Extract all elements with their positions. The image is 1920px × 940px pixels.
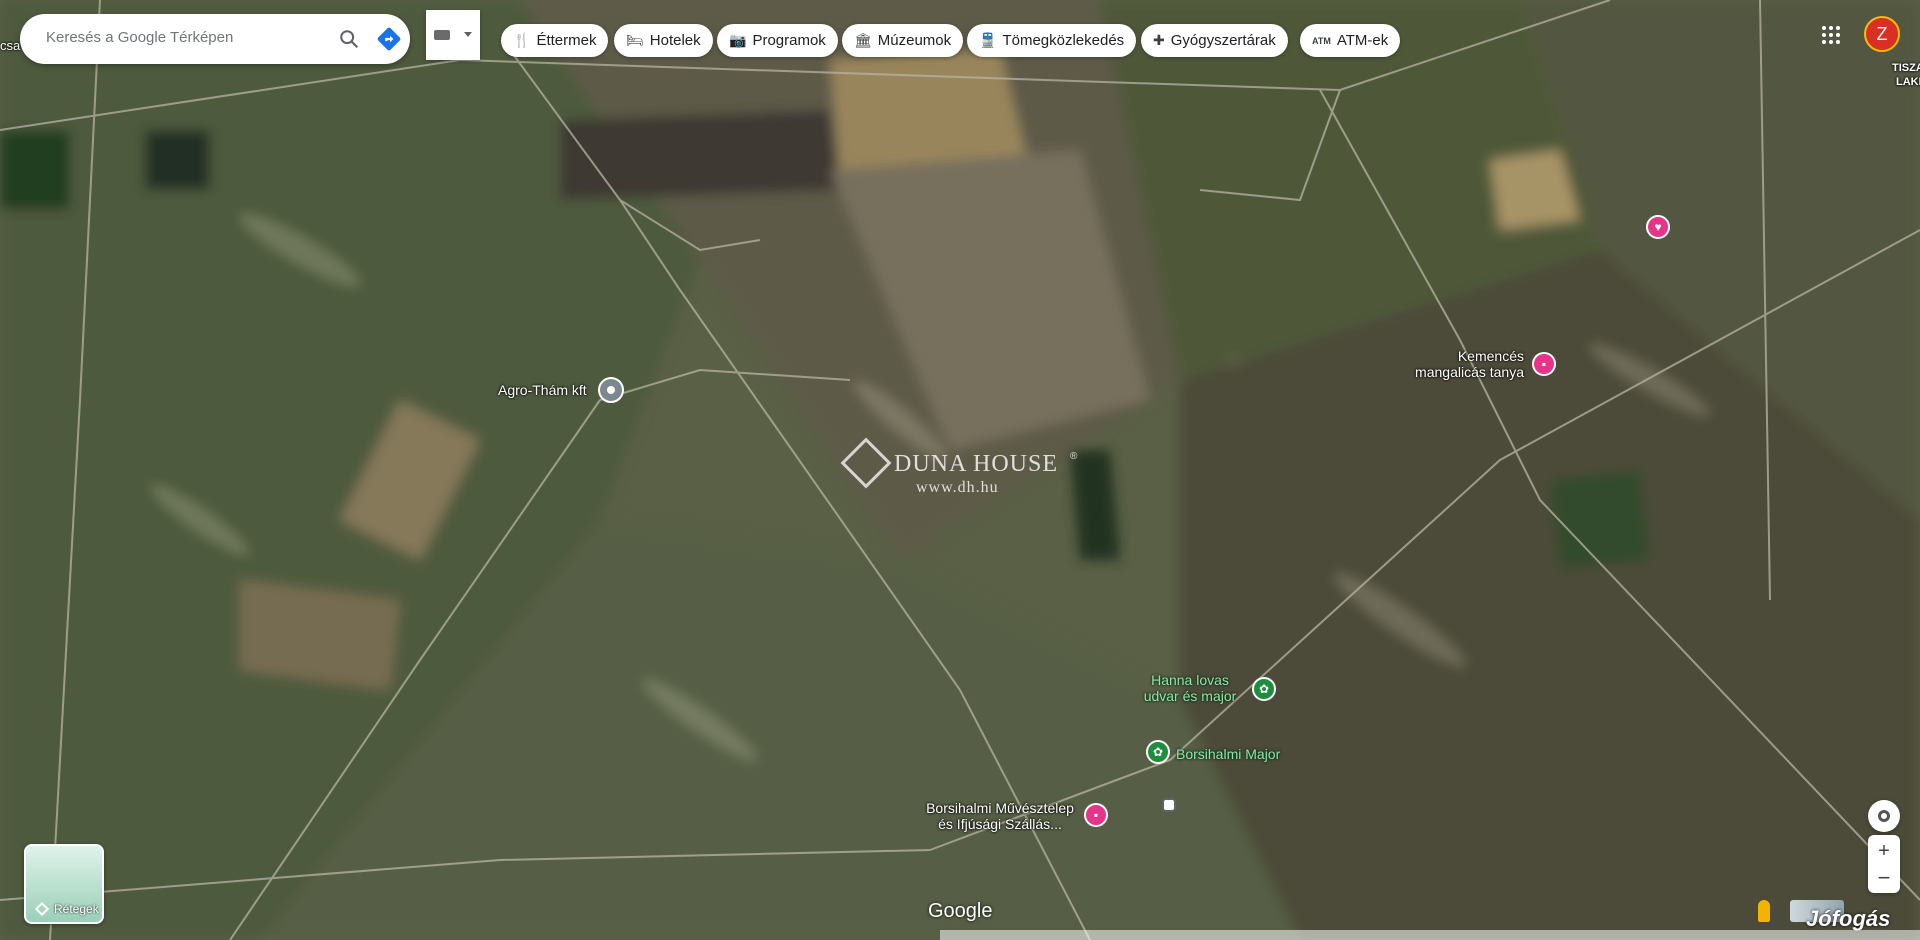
apps-grid-icon[interactable] (1821, 25, 1841, 45)
chip-programs[interactable]: 📷 Programok (717, 24, 838, 57)
place-label-muvesztelep[interactable]: Borsihalmi Művésztelep és Ifjúsági Száll… (918, 800, 1082, 832)
chip-restaurants[interactable]: 🍴 Éttermek (501, 24, 609, 57)
camera-icon: 📷 (729, 32, 747, 48)
atm-icon: ATM (1312, 35, 1331, 46)
chip-transit[interactable]: 🚆 Tömegközlekedés (967, 24, 1137, 57)
account-avatar[interactable]: Z (1864, 16, 1900, 52)
jofogas-watermark: Jófogás (1806, 906, 1891, 931)
museum-icon: 🏛 (854, 32, 872, 48)
place-label-agro[interactable]: Agro-Thám kft (498, 382, 587, 398)
park-pin-icon[interactable]: ✿ (1252, 677, 1276, 701)
layers-icon (34, 901, 50, 917)
zoom-out-button[interactable]: − (1878, 865, 1891, 891)
duna-house-logo (840, 437, 892, 489)
chip-hotels[interactable]: 🛏 Hotelek (614, 24, 713, 57)
pegman-icon[interactable] (1758, 900, 1770, 922)
keyboard-icon (434, 30, 450, 40)
restaurant-icon: 🍴 (513, 32, 531, 48)
zoom-in-button[interactable]: + (1878, 837, 1890, 865)
my-location-button[interactable] (1868, 800, 1900, 832)
my-location-icon (1878, 810, 1890, 822)
hotel-pin-icon[interactable]: ▪ (1532, 352, 1556, 376)
place-label-hanna[interactable]: Hanna lovas udvar és major (1140, 672, 1240, 704)
watermark: DUNA HOUSE ® www.dh.hu (840, 437, 1078, 503)
layers-button[interactable]: Rétegek (24, 844, 104, 924)
bus-stop-icon[interactable] (1162, 798, 1176, 812)
transit-icon: 🚆 (979, 32, 997, 48)
watermark-reg: ® (1070, 451, 1078, 462)
watermark-url: www.dh.hu (916, 479, 999, 496)
chip-label: Gyógyszertárak (1170, 32, 1276, 49)
pharmacy-icon: ✚ (1153, 32, 1165, 48)
location-pin-icon[interactable] (598, 377, 624, 403)
chip-label: Éttermek (536, 32, 597, 49)
place-label-borsihalmi-major[interactable]: Borsihalmi Major (1176, 746, 1280, 762)
search-box[interactable] (20, 14, 410, 64)
chip-label: Programok (752, 32, 826, 49)
chip-label: Tömegközlekedés (1002, 32, 1125, 49)
chip-label: ATM-ek (1336, 32, 1389, 49)
park-pin-icon[interactable]: ✿ (1146, 740, 1170, 764)
account-initial: Z (1876, 23, 1888, 44)
heart-pin-icon[interactable]: ♥ (1646, 215, 1670, 239)
zoom-controls: + − (1868, 835, 1900, 893)
watermark-brand: DUNA HOUSE (894, 451, 1059, 477)
place-label-kemences[interactable]: Kemencés mangalicás tanya (1412, 348, 1524, 380)
google-logo: Google (928, 900, 993, 922)
hotel-pin-icon[interactable]: ▪ (1084, 803, 1108, 827)
chip-label: Múzeumok (877, 32, 952, 49)
chip-label: Hotelek (649, 32, 701, 49)
chip-atms[interactable]: ATM ATM-ek (1300, 24, 1401, 57)
hotel-icon: 🛏 (626, 32, 644, 48)
edge-label-right-2: LAKE (1896, 76, 1920, 88)
chip-museums[interactable]: 🏛 Múzeumok (842, 24, 964, 57)
directions-icon[interactable] (376, 26, 402, 52)
edge-label-left: csa (0, 38, 21, 53)
dropdown-arrow-icon[interactable] (464, 32, 472, 37)
attribution-bar (940, 930, 1920, 940)
search-input[interactable] (44, 28, 308, 47)
chip-pharmacies[interactable]: ✚ Gyógyszertárak (1141, 24, 1288, 57)
search-icon[interactable] (338, 28, 360, 50)
layers-label: Rétegek (54, 902, 99, 916)
input-tools-button[interactable] (426, 10, 480, 60)
